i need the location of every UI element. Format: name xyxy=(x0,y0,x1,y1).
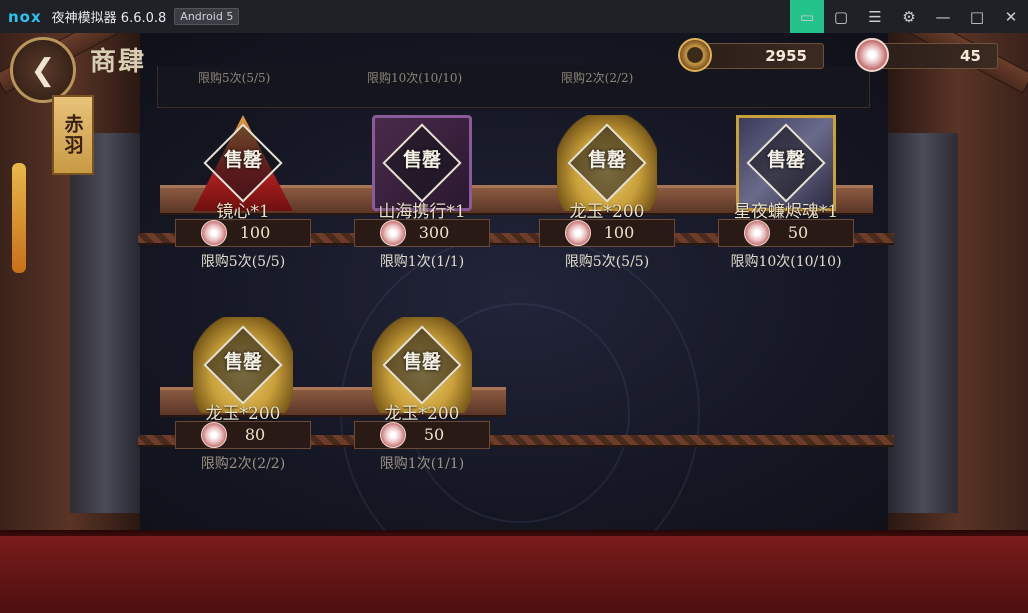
jade-icon xyxy=(380,220,406,246)
sold-out-label: 售罄 xyxy=(223,351,262,373)
purchase-limit: 限购5次(5/5) xyxy=(200,254,286,270)
item-price: 80 xyxy=(175,421,311,449)
minimize-icon[interactable]: — xyxy=(926,0,960,33)
bag-icon[interactable]: ▭ xyxy=(790,0,824,33)
shop-item[interactable]: 售罄 星夜蠊烬魂*1 50 限购10次(10/10) xyxy=(706,115,866,295)
settings-icon[interactable]: ⚙ xyxy=(892,0,926,33)
purchase-limit: 限购1次(1/1) xyxy=(379,254,465,270)
maximize-icon[interactable]: □ xyxy=(960,0,994,33)
sold-out-label: 售罄 xyxy=(402,149,441,171)
item-price: 100 xyxy=(539,219,675,247)
purchase-limit: 限购2次(2/2) xyxy=(200,456,286,472)
sold-out-label: 售罄 xyxy=(223,149,262,171)
jade-icon xyxy=(565,220,591,246)
jade-icon xyxy=(201,220,227,246)
red-stage xyxy=(0,533,1028,613)
right-curtain xyxy=(888,133,958,513)
shop-item[interactable]: 售罄 龙玉*200 80 限购2次(2/2) xyxy=(163,317,323,497)
jade-icon xyxy=(744,220,770,246)
jade-icon xyxy=(855,38,889,72)
sold-out-label: 售罄 xyxy=(766,149,805,171)
left-curtain xyxy=(70,133,140,513)
top-limit-text: 限购5次(5/5) xyxy=(198,71,271,85)
android-version-badge: Android 5 xyxy=(174,8,240,25)
top-limit-text: 限购2次(2/2) xyxy=(561,71,634,85)
item-price: 50 xyxy=(718,219,854,247)
item-price: 300 xyxy=(354,219,490,247)
top-limit-text: 限购10次(10/10) xyxy=(367,71,463,85)
window-title: 夜神模拟器 6.6.0.8 xyxy=(51,11,167,26)
shop-item[interactable]: 售罄 镜心*1 100 限购5次(5/5) xyxy=(163,115,323,295)
item-price: 50 xyxy=(354,421,490,449)
item-price: 100 xyxy=(175,219,311,247)
sold-out-label: 售罄 xyxy=(587,149,626,171)
shop-item[interactable]: 售罄 龙玉*200 100 限购5次(5/5) xyxy=(527,115,687,295)
tassel-decoration xyxy=(12,163,26,273)
jade-icon xyxy=(380,422,406,448)
purchase-limit: 限购5次(5/5) xyxy=(564,254,650,270)
close-icon[interactable]: ✕ xyxy=(994,0,1028,33)
game-screen: 限购5次(5/5) 限购10次(10/10) 限购2次(2/2) ❮ 商肆 赤羽… xyxy=(0,33,1028,613)
purchase-limit: 限购1次(1/1) xyxy=(379,456,465,472)
nox-logo: nox xyxy=(8,7,42,26)
gold-coin-icon xyxy=(678,38,712,72)
purchase-limit: 限购10次(10/10) xyxy=(730,254,842,270)
jade-icon xyxy=(201,422,227,448)
window-controls: ▭ ▢ ☰ ⚙ — □ ✕ xyxy=(790,0,1028,33)
sold-out-label: 售罄 xyxy=(402,351,441,373)
back-arrow-icon: ❮ xyxy=(30,52,56,88)
character-tag[interactable]: 赤羽 xyxy=(52,95,94,175)
emulator-title-bar: nox 夜神模拟器 6.6.0.8 Android 5 ▭ ▢ ☰ ⚙ — □ … xyxy=(0,0,1028,33)
page-title: 商肆 xyxy=(90,47,147,77)
shop-item[interactable]: 售罄 山海携行*1 300 限购1次(1/1) xyxy=(342,115,502,295)
menu-icon[interactable]: ☰ xyxy=(858,0,892,33)
back-button[interactable]: ❮ xyxy=(10,37,76,103)
shirt-icon[interactable]: ▢ xyxy=(824,0,858,33)
shop-item[interactable]: 售罄 龙玉*200 50 限购1次(1/1) xyxy=(342,317,502,497)
